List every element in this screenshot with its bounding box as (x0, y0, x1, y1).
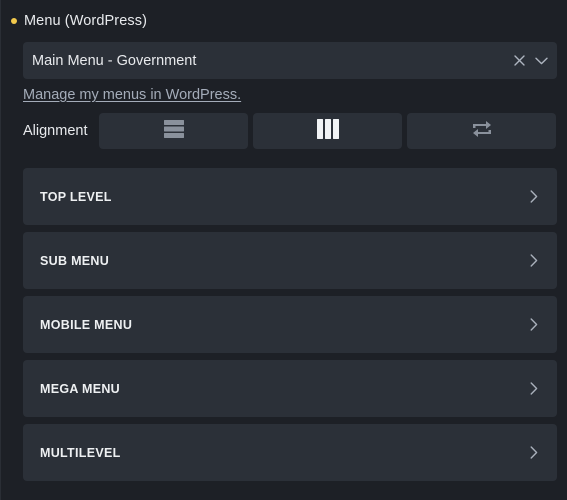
manage-menus-link[interactable]: Manage my menus in WordPress. (23, 87, 241, 103)
chevron-right-icon (528, 446, 540, 460)
section-multilevel[interactable]: MULTILEVEL (23, 424, 557, 481)
chevron-right-icon (528, 190, 540, 204)
chevron-right-icon (528, 382, 540, 396)
section-accordion: TOP LEVEL SUB MENU MOBILE MENU MEGA MENU… (23, 168, 557, 481)
section-mobile-menu[interactable]: MOBILE MENU (23, 296, 557, 353)
chevron-down-icon[interactable] (534, 54, 548, 68)
section-label: MEGA MENU (40, 381, 121, 396)
section-label: TOP LEVEL (40, 189, 112, 204)
menu-select-icons (512, 54, 548, 68)
section-top-level[interactable]: TOP LEVEL (23, 168, 557, 225)
swap-icon (471, 119, 493, 144)
alignment-control: Alignment (23, 113, 557, 149)
alignment-label: Alignment (23, 123, 88, 139)
section-label: SUB MENU (40, 253, 110, 268)
close-icon[interactable] (512, 54, 526, 68)
align-reverse-button[interactable] (407, 113, 556, 149)
menu-select-value: Main Menu - Government (32, 52, 197, 69)
rows-icon (163, 119, 184, 144)
align-row-button[interactable] (99, 113, 248, 149)
menu-settings-panel: Menu (WordPress) Main Menu - Government … (0, 0, 567, 500)
status-dot-icon (11, 18, 17, 24)
chevron-right-icon (528, 318, 540, 332)
chevron-right-icon (528, 254, 540, 268)
section-sub-menu[interactable]: SUB MENU (23, 232, 557, 289)
section-label: MOBILE MENU (40, 317, 133, 332)
align-column-button[interactable] (253, 113, 402, 149)
menu-select[interactable]: Main Menu - Government (23, 42, 557, 79)
section-mega-menu[interactable]: MEGA MENU (23, 360, 557, 417)
control-title: Menu (WordPress) (24, 13, 148, 29)
control-header: Menu (WordPress) (11, 12, 147, 30)
section-label: MULTILEVEL (40, 445, 121, 460)
alignment-options (99, 113, 556, 149)
columns-icon (316, 118, 339, 144)
